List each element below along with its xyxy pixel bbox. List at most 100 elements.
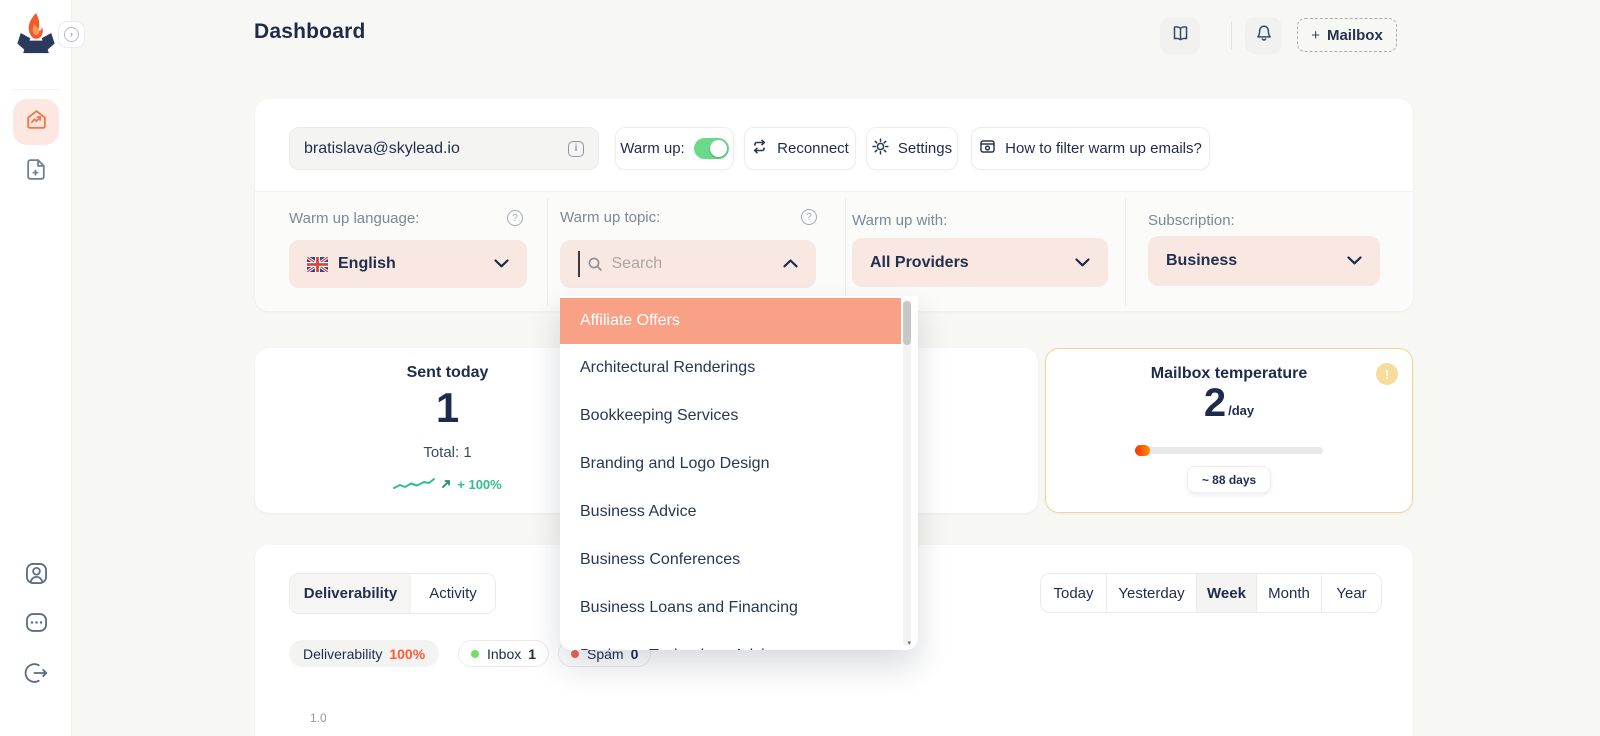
app-logo[interactable] xyxy=(15,12,57,60)
logout-icon xyxy=(23,660,49,691)
video-demo-icon xyxy=(979,138,996,159)
mailbox-email-value: bratislava@skylead.io xyxy=(304,140,460,158)
help-icon[interactable]: ? xyxy=(801,209,817,225)
profile-icon xyxy=(23,560,50,592)
header-divider xyxy=(1231,21,1232,49)
warmup-filters-row: Warm up language: ? English War xyxy=(255,191,1413,311)
deliverability-badge-value: 100% xyxy=(389,646,425,662)
temperature-progress-handle[interactable] xyxy=(1135,445,1150,456)
plus-icon: + xyxy=(1311,27,1320,44)
time-filter-week[interactable]: Week xyxy=(1196,574,1256,612)
add-mailbox-button[interactable]: + Mailbox xyxy=(1297,18,1397,52)
settings-button[interactable]: Settings xyxy=(866,127,958,170)
chevron-right-icon: › xyxy=(64,27,79,42)
sidebar-divider xyxy=(12,89,60,90)
reconnect-button[interactable]: Reconnect xyxy=(744,127,856,170)
info-icon[interactable]: i xyxy=(568,141,584,157)
temperature-value: 2 xyxy=(1204,381,1226,425)
time-filter-month[interactable]: Month xyxy=(1256,574,1321,612)
flame-logo-icon xyxy=(15,10,57,63)
sidebar-item-dashboard[interactable] xyxy=(13,99,59,145)
sidebar-item-add-mailbox[interactable] xyxy=(20,156,52,188)
time-filter-yesterday[interactable]: Yesterday xyxy=(1106,574,1196,612)
inbox-badge[interactable]: Inbox 1 xyxy=(458,640,549,667)
subscription-value: Business xyxy=(1166,252,1237,270)
time-filter-today[interactable]: Today xyxy=(1041,574,1106,612)
toggle-knob xyxy=(710,140,727,157)
temperature-progress-bar[interactable] xyxy=(1136,447,1323,454)
topic-option[interactable]: Bookkeeping Services xyxy=(560,392,918,440)
topic-option[interactable]: Business Advice xyxy=(560,488,918,536)
help-icon[interactable]: ? xyxy=(507,210,523,226)
language-filter-label: Warm up language: xyxy=(289,210,419,227)
topic-filter-label: Warm up topic: xyxy=(560,209,660,226)
warmup-label: Warm up: xyxy=(620,140,684,157)
temperature-value-row: 2 /day xyxy=(1046,381,1412,425)
sidebar xyxy=(0,0,72,736)
inbox-dot-icon xyxy=(471,650,479,658)
trend-value: + 100% xyxy=(457,477,501,492)
warmup-toggle-pill: Warm up: xyxy=(615,127,734,170)
tab-activity[interactable]: Activity xyxy=(411,574,495,613)
chart-axis-tick: 1.0 xyxy=(310,711,327,725)
sidebar-collapse-button[interactable]: › xyxy=(58,21,85,48)
provider-filter-label: Warm up with: xyxy=(852,212,947,229)
settings-label: Settings xyxy=(898,140,952,157)
temperature-unit: /day xyxy=(1228,403,1254,425)
time-range-selector: Today Yesterday Week Month Year xyxy=(1040,573,1382,613)
topic-option[interactable]: Business Technology Advice xyxy=(560,632,918,650)
howto-filter-button[interactable]: How to filter warm up emails? xyxy=(971,127,1210,170)
bell-icon xyxy=(1255,24,1273,47)
mailbox-email-field[interactable]: bratislava@skylead.io i xyxy=(289,127,599,170)
topic-option[interactable]: Affiliate Offers xyxy=(560,298,901,344)
docs-button[interactable] xyxy=(1160,17,1200,54)
days-remaining-badge: ~ 88 days xyxy=(1187,466,1271,493)
sidebar-item-support-chat[interactable] xyxy=(20,609,52,641)
subscription-dropdown[interactable]: Business xyxy=(1148,236,1380,286)
tab-deliverability[interactable]: Deliverability xyxy=(290,574,411,613)
uk-flag-icon xyxy=(307,257,328,272)
chat-dots-icon xyxy=(23,609,50,641)
scrollbar-track[interactable] xyxy=(903,299,911,646)
book-icon xyxy=(1171,24,1190,47)
provider-dropdown[interactable]: All Providers xyxy=(852,238,1108,287)
topic-option[interactable]: Architectural Renderings xyxy=(560,344,918,392)
deliverability-badge-label: Deliverability xyxy=(303,646,382,662)
topic-search-input[interactable] xyxy=(612,255,784,273)
filter-divider xyxy=(1125,198,1126,306)
add-file-icon xyxy=(24,157,49,187)
topic-search-box[interactable] xyxy=(560,240,816,288)
language-dropdown[interactable]: English xyxy=(289,240,527,288)
provider-value: All Providers xyxy=(870,254,969,272)
inbox-badge-label: Inbox xyxy=(487,646,521,662)
chevron-up-icon xyxy=(783,255,798,273)
mailbox-settings-card: bratislava@skylead.io i Warm up: Reconne… xyxy=(255,99,1413,311)
chevron-down-icon xyxy=(1075,254,1090,272)
topic-option[interactable]: Business Conferences xyxy=(560,536,918,584)
spam-dot-icon xyxy=(571,650,579,658)
reconnect-label: Reconnect xyxy=(777,140,849,157)
mailbox-temperature-card: Mailbox temperature ! 2 /day ~ 88 days xyxy=(1045,348,1413,513)
notifications-button[interactable] xyxy=(1245,17,1282,54)
scrollbar-thumb[interactable] xyxy=(903,301,911,345)
trend-arrow-icon xyxy=(441,479,451,489)
dashboard-page: › Dashboard + Mailbox bratislava@skylead… xyxy=(0,0,1600,736)
search-icon xyxy=(587,256,603,272)
deliverability-badge[interactable]: Deliverability 100% xyxy=(289,640,439,667)
inbox-badge-count: 1 xyxy=(528,646,536,662)
sidebar-item-profile[interactable] xyxy=(20,560,52,592)
time-filter-year[interactable]: Year xyxy=(1321,574,1381,612)
sidebar-item-logout[interactable] xyxy=(20,659,52,691)
filter-divider xyxy=(845,198,846,306)
language-value: English xyxy=(338,255,396,273)
chevron-down-icon xyxy=(1347,252,1362,270)
add-mailbox-label: Mailbox xyxy=(1327,27,1383,44)
scrollbar-down-arrow[interactable]: ▾ xyxy=(907,640,911,647)
warmup-toggle[interactable] xyxy=(694,138,729,159)
gear-icon xyxy=(872,138,889,159)
page-title: Dashboard xyxy=(254,20,366,44)
topic-option[interactable]: Business Loans and Financing xyxy=(560,584,918,632)
topic-option[interactable]: Branding and Logo Design xyxy=(560,440,918,488)
home-chart-icon xyxy=(24,107,49,137)
subscription-filter-label: Subscription: xyxy=(1148,212,1235,229)
